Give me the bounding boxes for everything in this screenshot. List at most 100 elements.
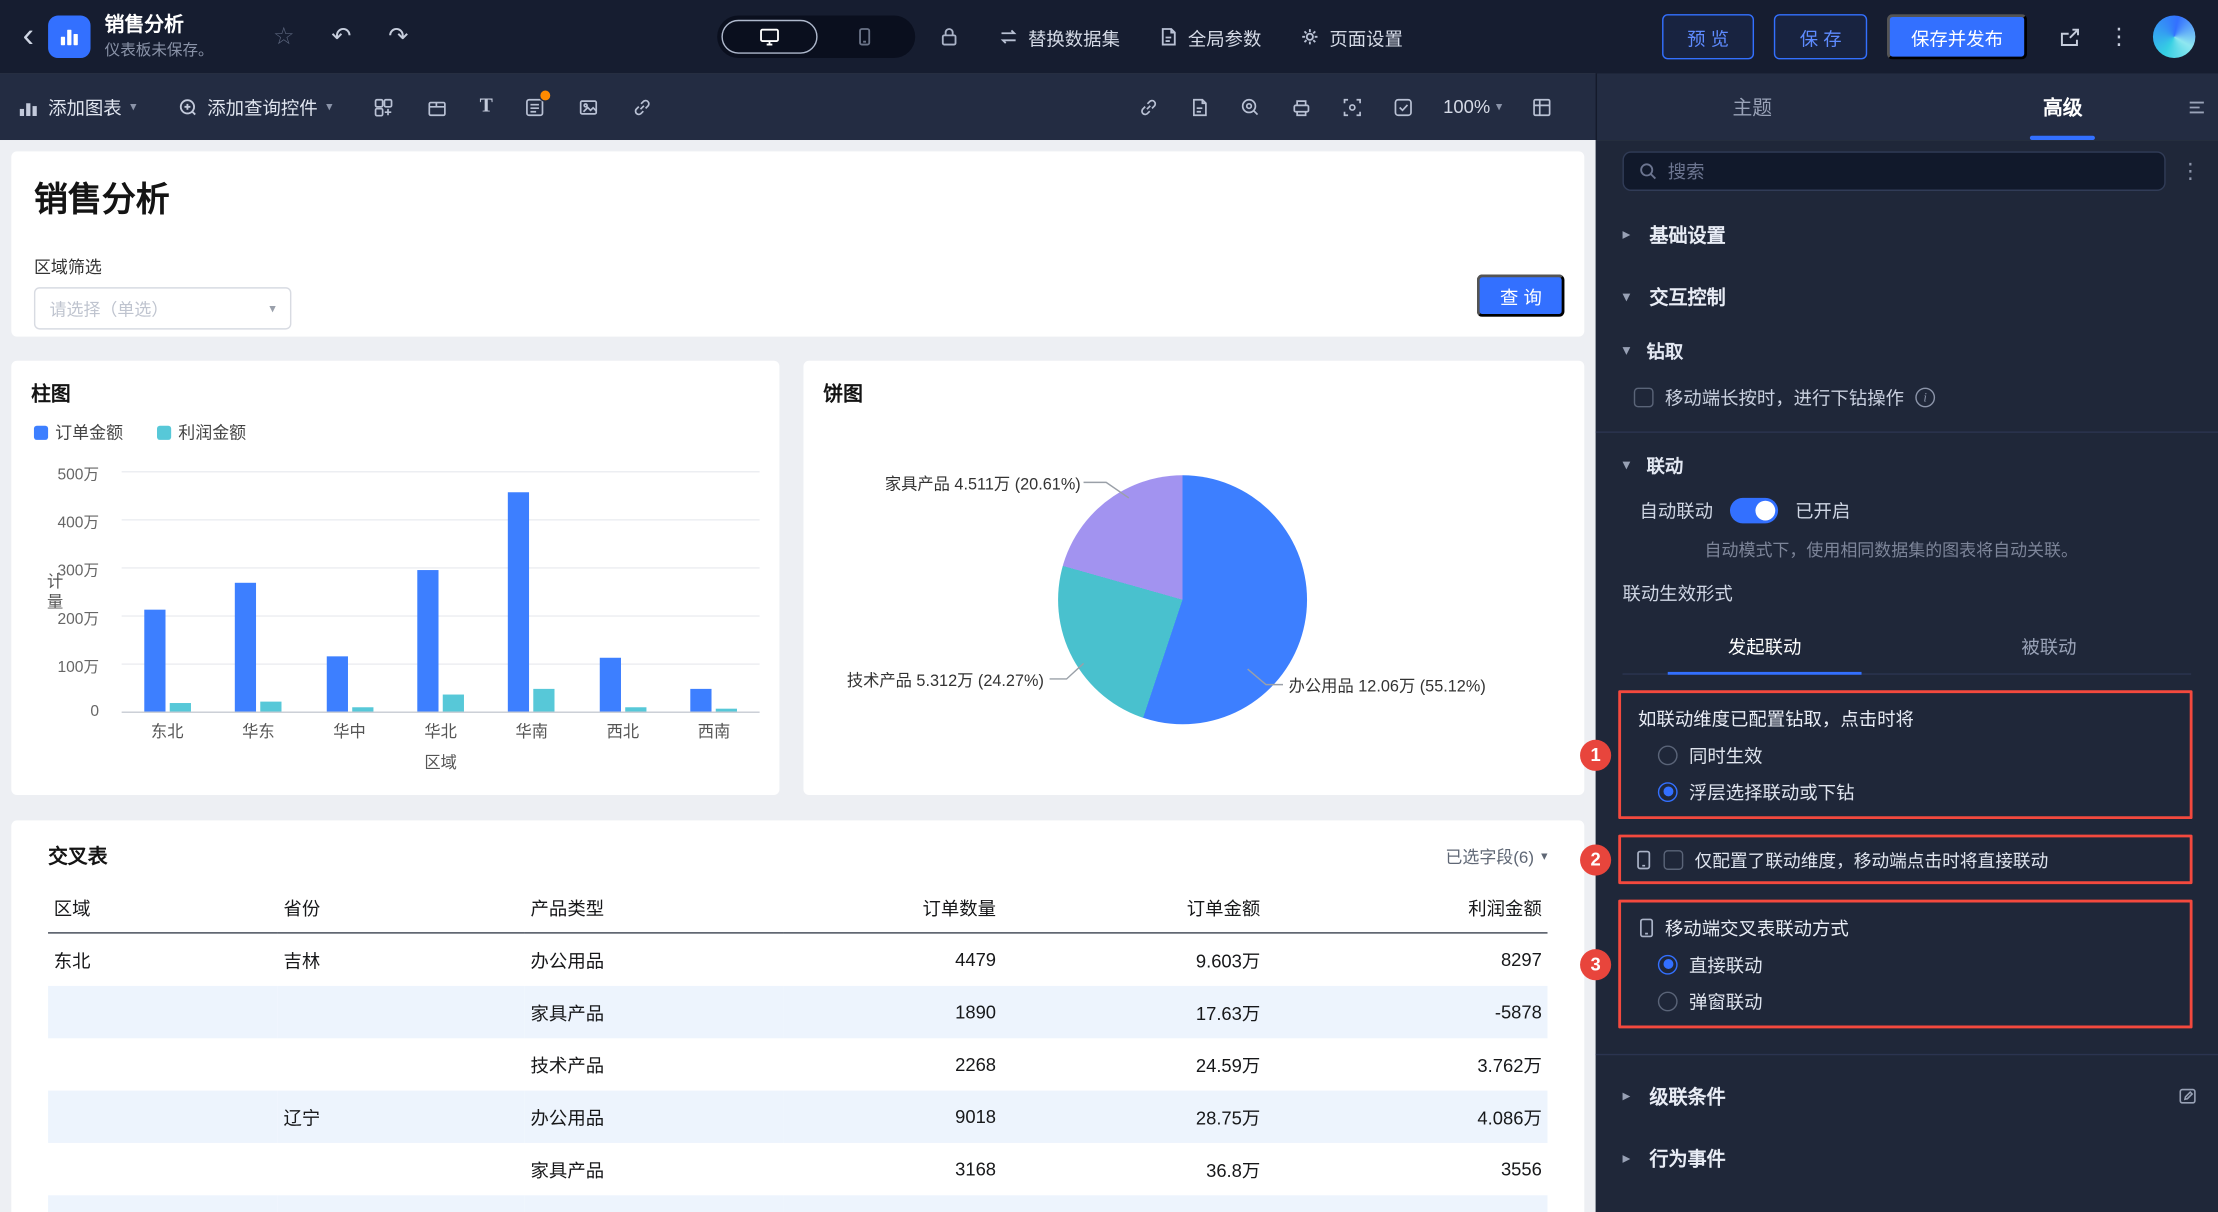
checkbox-icon[interactable]: [1663, 849, 1684, 870]
bar-华南-订单金额[interactable]: [508, 492, 530, 712]
bar-华南-利润金额[interactable]: [533, 688, 556, 712]
table-cell: 9.586万: [1266, 1195, 1548, 1212]
global-params-button[interactable]: 全局参数: [1157, 23, 1261, 50]
radio-option[interactable]: 直接联动: [1638, 941, 2173, 978]
table-col-header[interactable]: 产品类型: [524, 882, 784, 934]
bar-华东-利润金额[interactable]: [260, 701, 282, 712]
pie[interactable]: [1058, 475, 1308, 725]
avatar[interactable]: [2152, 15, 2196, 58]
legend-item[interactable]: 利润金额: [157, 420, 246, 444]
share-icon[interactable]: [2058, 25, 2082, 49]
bar-chart-card[interactable]: 柱图 订单金额 利润金额 计量 500万 400万 300万 200万 100万 0 东北华…: [11, 360, 780, 795]
bar-华东-订单金额[interactable]: [234, 582, 257, 712]
watermark-preview-icon[interactable]: [1341, 95, 1364, 118]
radio-icon[interactable]: [1657, 744, 1678, 765]
bar-西北-利润金额[interactable]: [624, 707, 647, 712]
zoom-control[interactable]: 100% ▾: [1443, 96, 1502, 117]
info-icon[interactable]: i: [1915, 386, 1936, 407]
back-icon[interactable]: ‹: [23, 19, 34, 54]
undo-icon[interactable]: ↶: [331, 23, 351, 51]
document-icon[interactable]: [1189, 95, 1212, 118]
table-col-header[interactable]: 订单数量: [783, 882, 1002, 934]
linkage-tab[interactable]: 发起联动: [1622, 620, 1906, 675]
radio-icon[interactable]: [1657, 954, 1678, 974]
richtext-icon-badge-wrap[interactable]: [524, 88, 553, 118]
table-row[interactable]: 家具产品 1890 17.63万 -5878: [48, 985, 1548, 1039]
hyperlink-icon[interactable]: [1138, 95, 1161, 118]
add-chart-button[interactable]: 添加图表 ▾: [17, 93, 137, 120]
table-col-header[interactable]: 省份: [277, 882, 525, 934]
table-row[interactable]: 家具产品 3168 36.8万 3556: [48, 1143, 1547, 1195]
radio-option[interactable]: 浮层选择联动或下钻: [1638, 768, 2173, 805]
bar-华北-利润金额[interactable]: [442, 694, 464, 712]
table-col-header[interactable]: 区域: [48, 882, 278, 934]
radio-icon[interactable]: [1657, 781, 1678, 802]
desktop-mode-button[interactable]: [721, 19, 818, 54]
bar-华北-订单金额[interactable]: [417, 569, 439, 712]
radio-option[interactable]: 弹窗联动: [1638, 977, 2173, 1014]
legend-item[interactable]: 订单金额: [33, 420, 123, 444]
grid-layout-icon[interactable]: [1531, 95, 1554, 118]
radio-option[interactable]: 同时生效: [1638, 731, 2173, 768]
add-query-control-button[interactable]: 添加查询控件 ▾: [176, 93, 333, 120]
utility-icon-cluster: 100% ▾: [1138, 95, 1554, 118]
page-settings-button[interactable]: 页面设置: [1298, 23, 1403, 50]
search-box[interactable]: [1622, 151, 2166, 191]
text-component-icon[interactable]: T: [480, 95, 493, 118]
edit-pencil-icon[interactable]: [2177, 1084, 2198, 1105]
embed-link-icon[interactable]: [632, 95, 655, 118]
tab-container-icon[interactable]: [426, 95, 449, 118]
section-behavior-event[interactable]: ▸ 行为事件: [1596, 1126, 2218, 1188]
auto-linkage-toggle[interactable]: [1730, 497, 1779, 523]
subsection-linkage[interactable]: ▾ 联动: [1596, 441, 2218, 488]
bar-华中-利润金额[interactable]: [351, 707, 373, 712]
region-select[interactable]: 请选择（单选） ▾: [33, 287, 292, 330]
drill-checkbox-row[interactable]: 移动端长按时，进行下钻操作 i: [1596, 373, 2218, 423]
cross-table-card[interactable]: 交叉表 已选字段(6) ▾ 区域 省份 产品类型 订单数量 订单金额 利润金额 东北 吉林办…: [11, 820, 1585, 1212]
tab-theme[interactable]: 主题: [1597, 74, 1907, 140]
panel-more-icon[interactable]: ⋮: [2180, 158, 2201, 184]
selected-fields-dropdown[interactable]: 已选字段(6) ▾: [1445, 844, 1547, 868]
checkbox-select-icon[interactable]: [1392, 95, 1415, 118]
section-cascade-condition[interactable]: ▸ 级联条件: [1596, 1064, 2218, 1126]
table-row[interactable]: 辽宁 办公用品 9018 28.75万 4.086万: [48, 1090, 1548, 1143]
params-doc-icon: [1157, 25, 1180, 48]
checkbox-icon[interactable]: [1633, 386, 1654, 407]
table-cell: 24.59万: [1195, 1055, 1261, 1077]
more-options-icon[interactable]: ⋮: [2108, 23, 2131, 51]
table-row[interactable]: 技术产品 2268 24.59万 3.762万: [48, 1038, 1547, 1090]
bar-华中-订单金额[interactable]: [326, 656, 348, 712]
redo-icon[interactable]: ↷: [388, 23, 408, 51]
preview-button[interactable]: 预 览: [1661, 14, 1755, 60]
table-col-header[interactable]: 订单金额: [1001, 882, 1266, 934]
search-at-icon[interactable]: [1239, 95, 1262, 118]
replace-dataset-button[interactable]: 替换数据集: [997, 23, 1120, 50]
box2-row[interactable]: 仅配置了联动维度，移动端点击时将直接联动: [1635, 846, 2175, 873]
bar-东北-利润金额[interactable]: [169, 702, 191, 712]
tab-advanced[interactable]: 高级: [1908, 74, 2218, 140]
radio-icon[interactable]: [1657, 990, 1678, 1011]
linkage-tab[interactable]: 被联动: [1907, 620, 2191, 674]
search-input[interactable]: [1667, 160, 2151, 182]
query-button[interactable]: 查 询: [1477, 274, 1565, 317]
bar-东北-订单金额[interactable]: [143, 609, 166, 712]
save-button[interactable]: 保 存: [1774, 14, 1868, 60]
component-layout-icon[interactable]: [372, 95, 395, 118]
section-interaction-control[interactable]: ▾ 交互控制: [1596, 265, 2218, 327]
table-row[interactable]: 东北 吉林 办公用品 4479 9.603万 8297: [48, 933, 1547, 986]
save-publish-button[interactable]: 保存并发布: [1886, 14, 2028, 60]
favorite-star-icon[interactable]: ☆: [273, 23, 295, 51]
pie-chart-card[interactable]: 饼图 办公用品 12.06万 (55.12%) 技术产品 5.312万 (24.…: [803, 360, 1585, 795]
bar-西北-订单金额[interactable]: [599, 657, 621, 712]
bar-西南-订单金额[interactable]: [690, 688, 712, 712]
panel-list-icon[interactable]: [2185, 95, 2208, 118]
image-icon[interactable]: [578, 95, 601, 118]
printer-icon[interactable]: [1290, 95, 1313, 118]
section-basic-settings[interactable]: ▸ 基础设置: [1596, 202, 2218, 264]
bar-西南-利润金额[interactable]: [716, 709, 738, 712]
subsection-drill[interactable]: ▾ 钻取: [1596, 327, 2218, 374]
lock-icon[interactable]: [937, 25, 960, 48]
table-col-header[interactable]: 利润金额: [1265, 882, 1548, 934]
table-row[interactable]: 技术产品396746.27万9.586万: [48, 1195, 1548, 1212]
mobile-mode-button[interactable]: [817, 20, 910, 54]
